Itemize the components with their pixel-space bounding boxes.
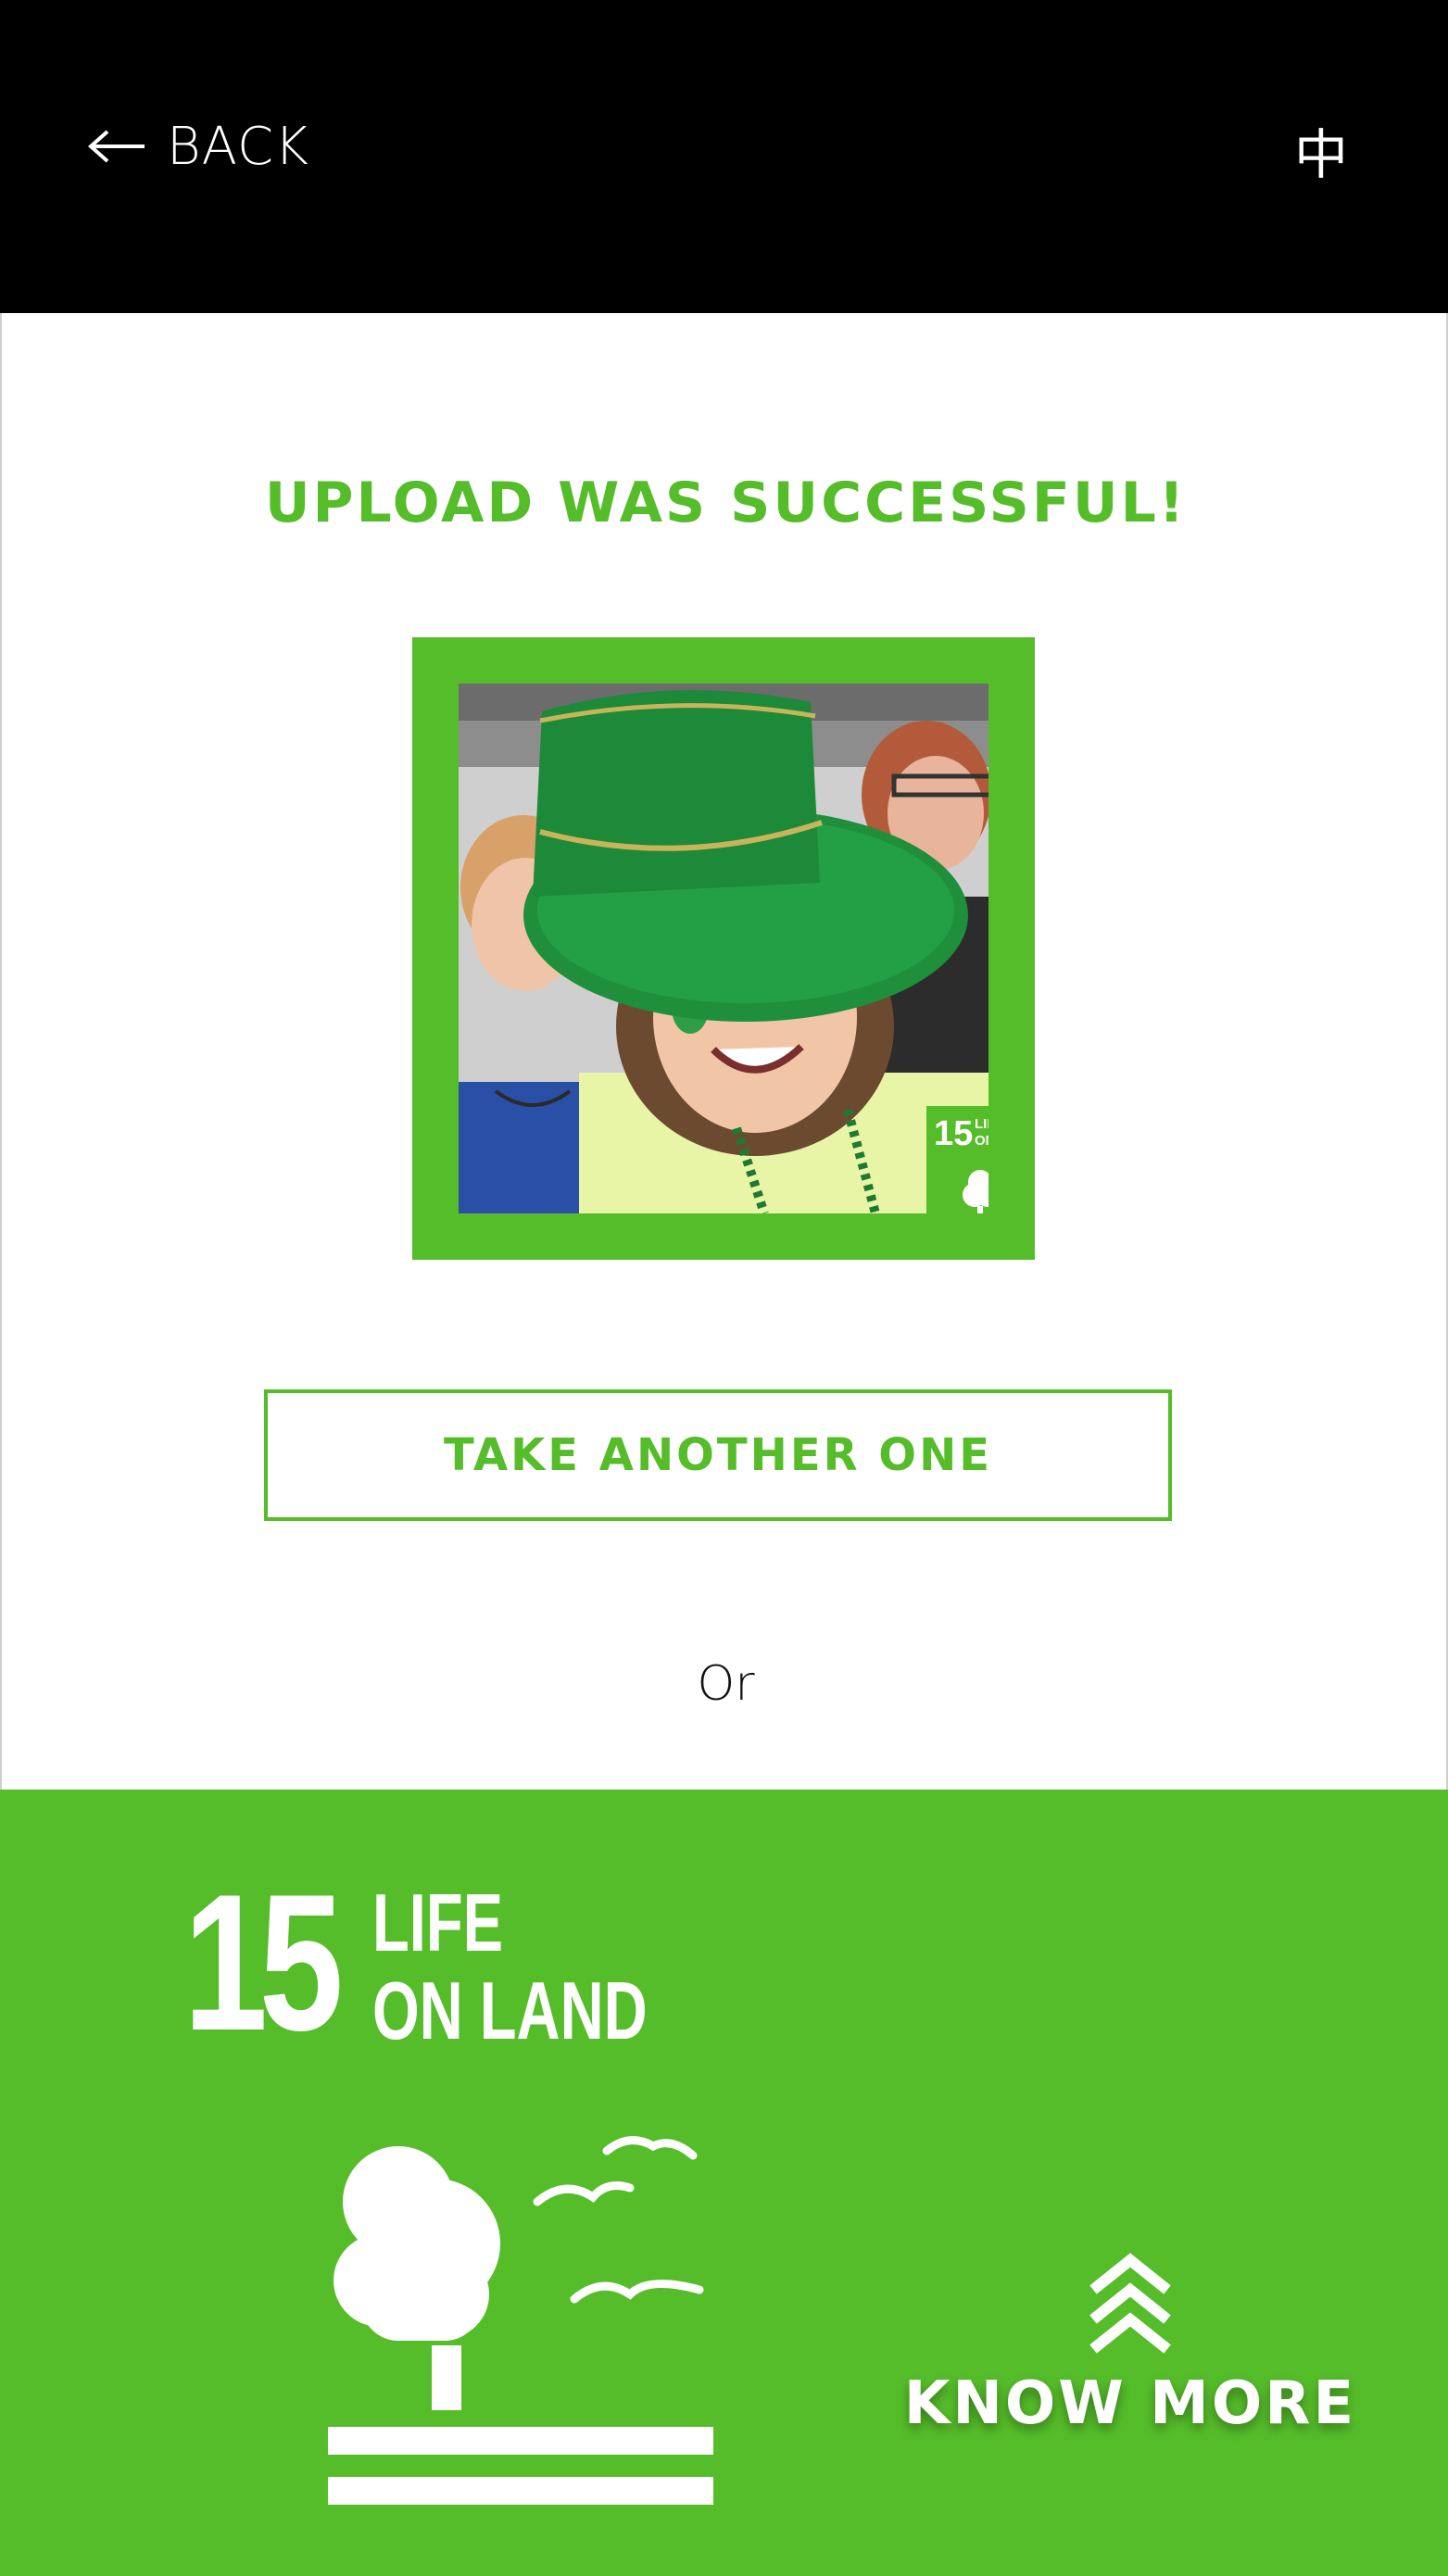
photo-frame: 15 LIFE ON LAND <box>412 637 1035 1260</box>
badge-line1: LIFE <box>975 1116 988 1132</box>
photo-sdg-badge: 15 LIFE ON LAND <box>926 1106 988 1213</box>
take-another-button[interactable]: TAKE ANOTHER ONE <box>264 1389 1172 1521</box>
tree-and-birds-icon <box>324 2123 713 2553</box>
language-toggle[interactable]: 中 <box>1294 111 1348 189</box>
back-button[interactable]: BACK <box>87 109 309 183</box>
know-more-button[interactable]: KNOW MORE <box>904 2253 1354 2494</box>
badge-number: 15 <box>934 1114 973 1153</box>
know-more-label: KNOW MORE <box>903 2369 1357 2438</box>
badge-line2: ON LAND <box>975 1133 988 1149</box>
selfie-photo-image: 15 LIFE ON LAND <box>459 684 988 1213</box>
sdg-name-line1: LIFE <box>372 1877 504 1968</box>
sdg-goal-panel: 15 LIFE ON LAND KNOW MORE <box>0 1790 1448 2576</box>
back-label: BACK <box>167 116 309 177</box>
main-content: UPLOAD WAS SUCCESSFUL! 15 LI O TAKE ANOT… <box>0 313 1448 1790</box>
sdg-name: LIFE ON LAND <box>372 1879 648 2055</box>
top-bar: BACK 中 <box>0 0 1448 313</box>
sdg-number: 15 <box>183 1853 344 2071</box>
page-title: UPLOAD WAS SUCCESSFUL! <box>264 471 1188 535</box>
left-arrow-icon <box>87 128 146 165</box>
tree-and-birds-icon <box>963 1170 988 1213</box>
sdg-name-line2: ON LAND <box>372 1965 648 2057</box>
double-chevron-up-icon <box>1084 2253 1177 2355</box>
or-divider-text: Or <box>697 1656 755 1712</box>
